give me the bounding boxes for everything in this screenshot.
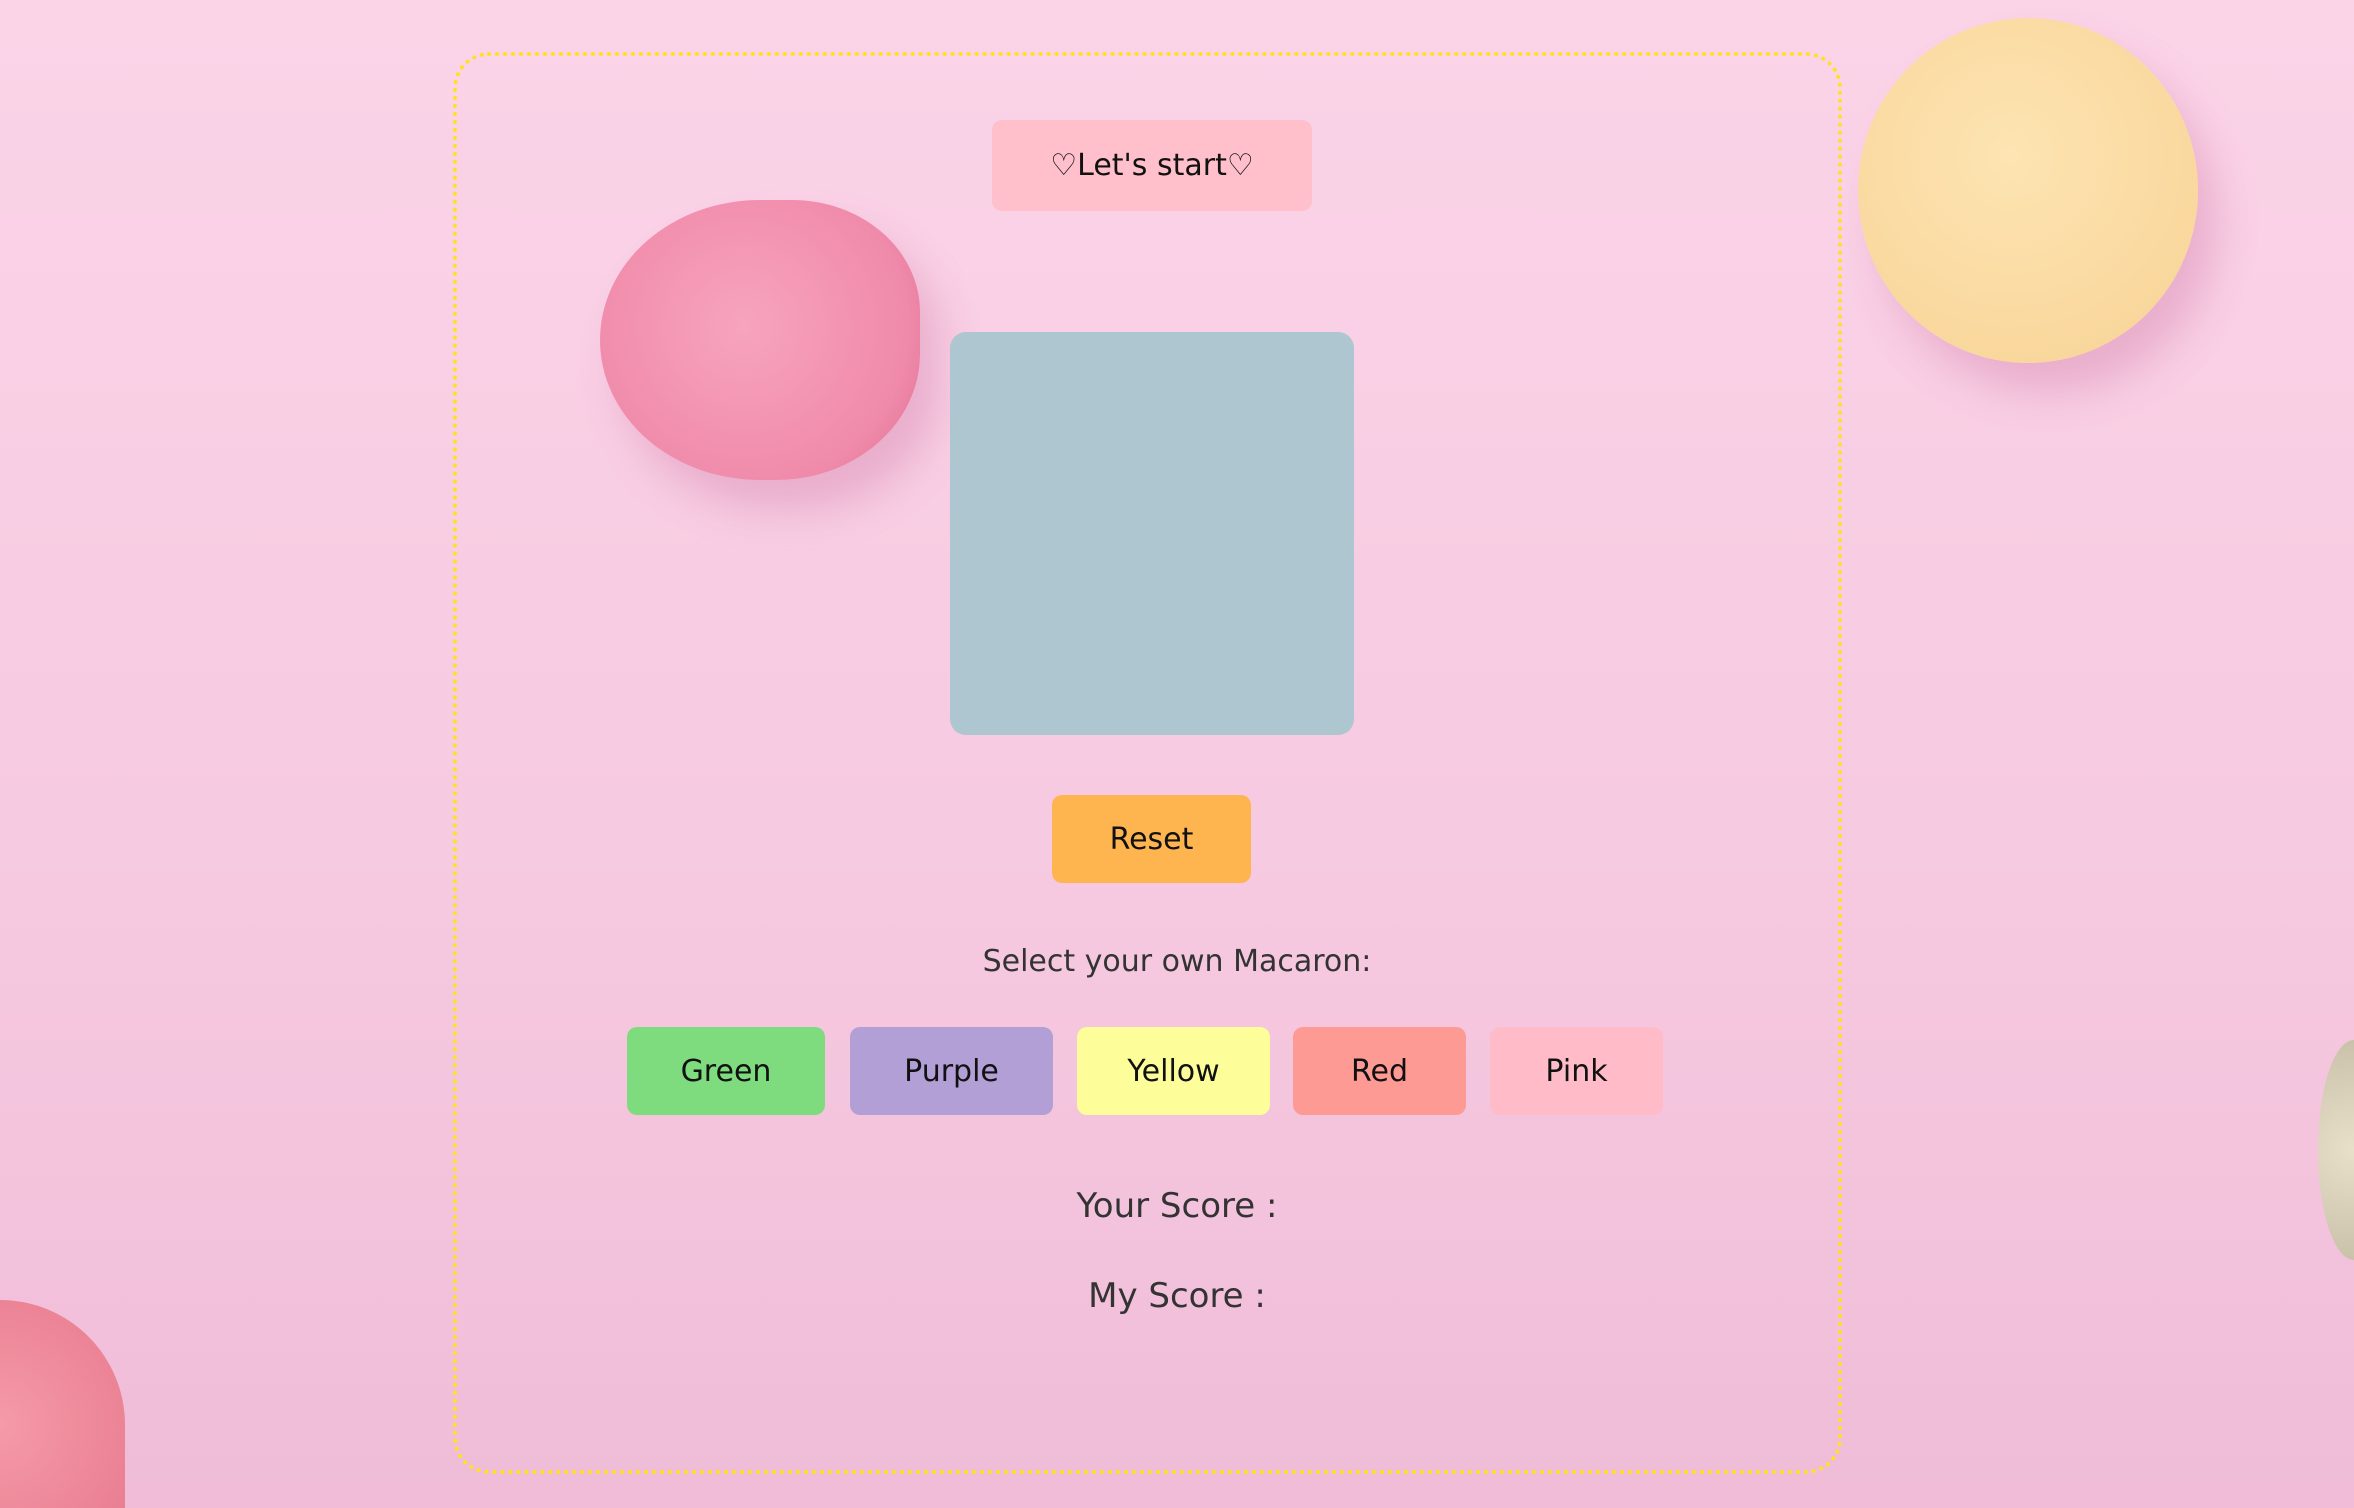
yellow-macaron-image bbox=[1858, 18, 2198, 363]
green-button[interactable]: Green bbox=[627, 1027, 825, 1115]
color-square bbox=[950, 332, 1354, 735]
my-score: My Score : bbox=[1088, 1276, 1266, 1316]
game-frame bbox=[453, 52, 1842, 1474]
your-score: Your Score : bbox=[1076, 1186, 1278, 1226]
purple-button[interactable]: Purple bbox=[850, 1027, 1053, 1115]
start-button[interactable]: ♡Let's start♡ bbox=[992, 120, 1312, 211]
yellow-button[interactable]: Yellow bbox=[1077, 1027, 1270, 1115]
pink-macaron-corner-image bbox=[0, 1300, 125, 1508]
red-button[interactable]: Red bbox=[1293, 1027, 1466, 1115]
macaron-edge-image bbox=[2318, 1040, 2354, 1260]
select-prompt: Select your own Macaron: bbox=[982, 944, 1372, 979]
reset-button[interactable]: Reset bbox=[1052, 795, 1251, 883]
pink-button[interactable]: Pink bbox=[1490, 1027, 1663, 1115]
